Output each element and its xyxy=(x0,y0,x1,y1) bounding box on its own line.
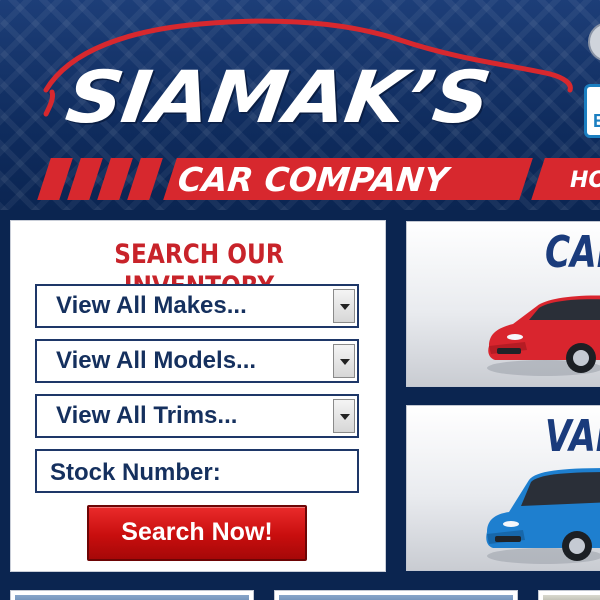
blue-minivan-image xyxy=(486,468,600,564)
stock-number-field[interactable]: Stock Number: xyxy=(35,449,359,493)
category-label-cars: CAR xyxy=(545,227,600,278)
makes-select-value: View All Makes... xyxy=(56,292,247,319)
red-sedan-image xyxy=(487,295,600,376)
category-tile-cars[interactable]: CAR xyxy=(406,221,600,387)
models-select[interactable]: View All Models... xyxy=(35,339,359,383)
chevron-down-icon[interactable] xyxy=(333,399,355,433)
trims-select-value: View All Trims... xyxy=(56,402,238,429)
search-now-button[interactable]: Search Now! xyxy=(87,505,307,561)
brand-logo-title[interactable]: SIAMAK’S xyxy=(61,56,494,139)
tile-image xyxy=(543,595,600,600)
chevron-down-icon[interactable] xyxy=(333,289,355,323)
bottom-tile-1[interactable] xyxy=(10,590,254,600)
stripe-1 xyxy=(37,158,73,200)
inventory-search-panel: SEARCH OUR INVENTORY View All Makes... V… xyxy=(10,220,386,572)
bottom-tile-3[interactable] xyxy=(538,590,600,600)
models-select-value: View All Models... xyxy=(56,347,257,374)
makes-select[interactable]: View All Makes... xyxy=(35,284,359,328)
tile-image xyxy=(15,595,249,600)
category-label-vans: VAN xyxy=(545,411,600,462)
site-header: SIAMAK’S CAR COMPANY HO E xyxy=(0,0,600,210)
bottom-tile-2[interactable] xyxy=(274,590,518,600)
category-tile-vans[interactable]: VAN xyxy=(406,405,600,571)
stock-number-label: Stock Number: xyxy=(50,459,221,486)
brand-tagline: CAR COMPANY xyxy=(176,160,451,199)
tile-image xyxy=(279,595,513,600)
chevron-down-icon[interactable] xyxy=(333,344,355,378)
nav-item-home[interactable]: HO xyxy=(570,168,600,194)
rating-badge-icon[interactable]: E xyxy=(584,84,600,138)
stripe-3 xyxy=(97,158,133,200)
badge-letter: E xyxy=(593,111,600,132)
stripe-4 xyxy=(127,158,163,200)
trims-select[interactable]: View All Trims... xyxy=(35,394,359,438)
award-seal-icon xyxy=(588,22,600,62)
stripe-2 xyxy=(67,158,103,200)
